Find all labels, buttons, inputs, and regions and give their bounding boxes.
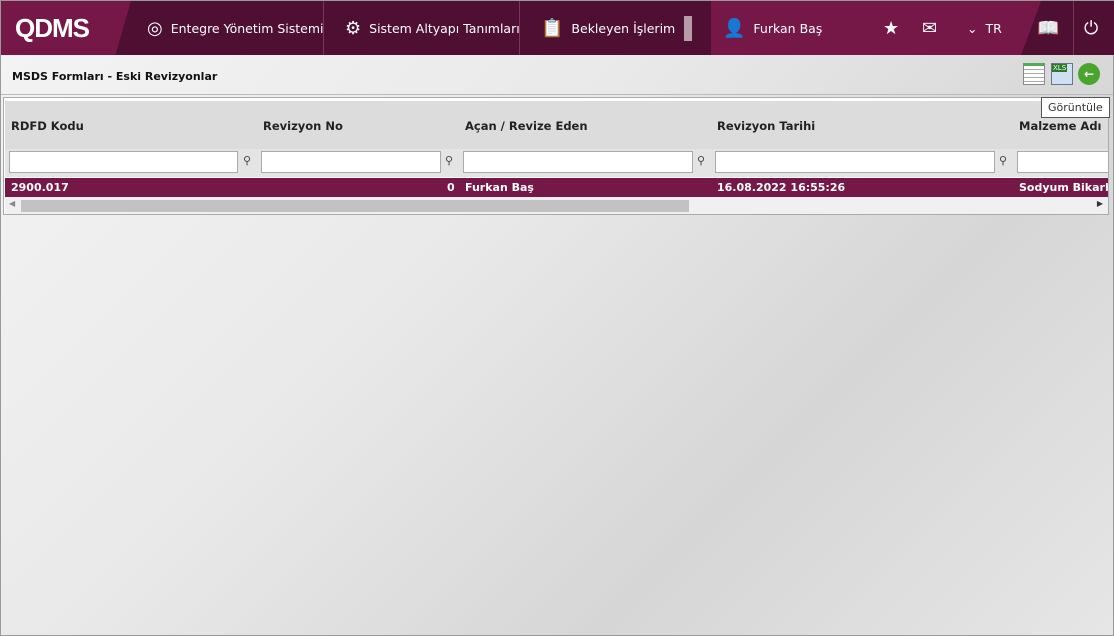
qdms-logo[interactable]: QDMS (1, 1, 131, 55)
filter-icon[interactable]: ⚲ (999, 154, 1007, 167)
star-icon[interactable]: ★ (883, 1, 899, 55)
user-icon: 👤 (723, 17, 746, 39)
tooltip: Görüntüle (1041, 97, 1110, 118)
filter-input[interactable] (9, 151, 238, 173)
back-arrow-icon[interactable]: ← (1078, 63, 1100, 85)
nav-label: Entegre Yönetim Sistemi (170, 20, 324, 36)
list-view-icon[interactable] (1023, 63, 1045, 85)
column-header[interactable]: Revizyon Tarihi (717, 119, 815, 133)
revisions-grid: RDFD Kodu Revizyon No Açan / Revize Eden… (3, 97, 1109, 215)
filter-input[interactable] (715, 151, 995, 173)
cell-material: Sodyum Bikarbonat (1019, 181, 1108, 194)
q-icon: ◎ (147, 17, 163, 39)
chevron-down-icon: ⌄ (967, 20, 978, 36)
power-icon[interactable]: ⏻ (1084, 1, 1098, 55)
user-name: Furkan Baş (753, 20, 823, 36)
scroll-left-icon[interactable]: ◀ (9, 199, 15, 208)
cell-code: 2900.017 (11, 181, 69, 194)
scrollbar-thumb[interactable] (21, 200, 689, 212)
filter-input[interactable] (261, 151, 441, 173)
page-title: MSDS Formları - Eski Revizyonlar (12, 70, 218, 83)
filter-icon[interactable]: ⚲ (445, 154, 453, 167)
nav-label: Bekleyen İşlerim (571, 20, 676, 36)
user-menu[interactable]: 👤 Furkan Baş (723, 1, 822, 55)
language-select[interactable]: ⌄ TR (967, 1, 1002, 55)
language-label: TR (985, 20, 1002, 36)
nav-bekleyen[interactable]: 📋 Bekleyen İşlerim (541, 1, 675, 55)
cell-revision: 0 (447, 181, 455, 194)
cell-author: Furkan Baş (465, 181, 534, 194)
filter-icon[interactable]: ⚲ (697, 154, 705, 167)
top-bar: QDMS ◎ Entegre Yönetim Sistemi ⚙ Sistem Al… (1, 1, 1114, 55)
grid-header: RDFD Kodu Revizyon No Açan / Revize Eden… (5, 101, 1108, 149)
filter-input[interactable] (463, 151, 693, 173)
nav-entegre[interactable]: ◎ Entegre Yönetim Sistemi (147, 1, 324, 55)
xls-export-icon[interactable]: XLS (1051, 63, 1073, 85)
column-header[interactable]: RDFD Kodu (11, 119, 84, 133)
horizontal-scrollbar[interactable]: ◀ ▶ (5, 197, 1108, 214)
nav-sistem[interactable]: ⚙ Sistem Altyapı Tanımları (345, 1, 520, 55)
cell-date: 16.08.2022 16:55:26 (717, 181, 846, 194)
nav-label: Sistem Altyapı Tanımları (369, 20, 520, 36)
column-header[interactable]: Malzeme Adı (1019, 119, 1102, 133)
column-header[interactable]: Açan / Revize Eden (465, 119, 588, 133)
filter-input[interactable] (1017, 151, 1108, 173)
clipboard-icon: 📋 (541, 17, 564, 39)
filter-icon[interactable]: ⚲ (243, 154, 251, 167)
manual-icon[interactable]: 📖 (1037, 1, 1059, 55)
scroll-right-icon[interactable]: ▶ (1097, 199, 1103, 208)
mail-icon[interactable]: ✉ (922, 1, 937, 55)
nav-scroll-handle[interactable] (684, 16, 692, 41)
gear-icon: ⚙ (345, 17, 362, 39)
column-header[interactable]: Revizyon No (263, 119, 343, 133)
table-row[interactable]: 2900.017 0 Furkan Baş 16.08.2022 16:55:2… (5, 178, 1108, 197)
filter-row: ⚲ ⚲ ⚲ ⚲ (5, 149, 1108, 177)
